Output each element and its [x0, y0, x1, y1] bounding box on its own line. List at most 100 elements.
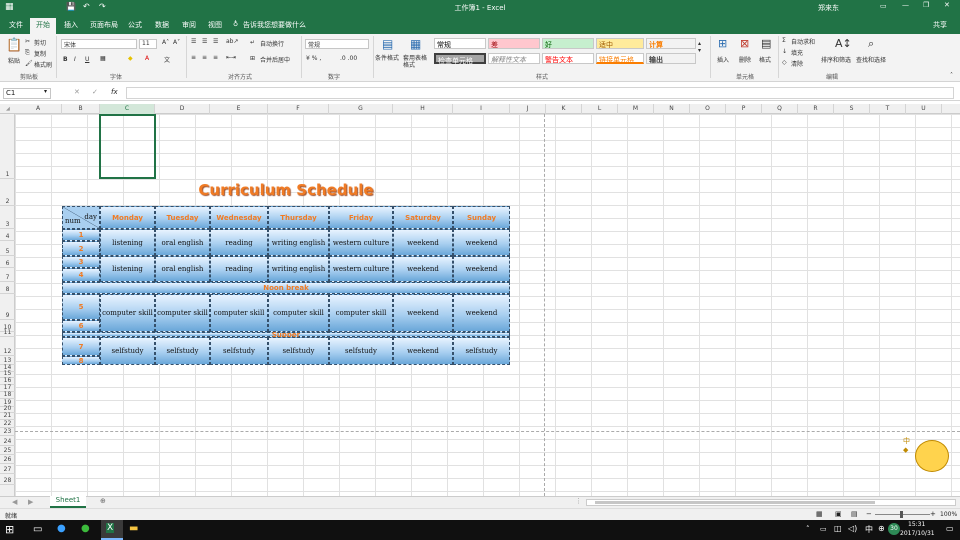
network-icon[interactable]: ◫ [834, 524, 842, 533]
cancel-entry-icon[interactable]: ✕ [74, 88, 80, 96]
indent-icon[interactable]: ⇤⇥ [226, 54, 236, 61]
sort-filter-icon[interactable]: A↕ [835, 37, 852, 50]
fill-icon[interactable]: ↓ [782, 48, 787, 55]
period-number[interactable]: 1 [62, 229, 100, 241]
paste-button[interactable]: 粘贴 [8, 56, 20, 65]
scrollbar-thumb[interactable] [595, 501, 875, 504]
volume-icon[interactable]: ◁) [848, 524, 857, 533]
name-box-dropdown-icon[interactable]: ▾ [44, 88, 47, 95]
course-cell[interactable]: weekend [453, 229, 510, 256]
row-header[interactable]: 1 [0, 114, 15, 179]
formula-input[interactable] [126, 87, 954, 99]
minimize-icon[interactable]: — [902, 1, 909, 9]
number-format-select[interactable]: 常规 [305, 39, 369, 49]
course-cell[interactable]: oral english [155, 256, 210, 282]
row-header[interactable]: 28 [0, 474, 15, 485]
format-as-table-icon[interactable]: ▦ [410, 37, 421, 51]
row-header[interactable]: 22 [0, 420, 15, 428]
cell-style-item[interactable]: 输出 [646, 53, 696, 64]
paste-icon[interactable]: 📋 [6, 38, 22, 53]
currency-icon[interactable]: ¥ % , [306, 55, 321, 62]
grow-font-icon[interactable]: A˄ [162, 39, 169, 46]
course-cell[interactable]: weekend [393, 294, 453, 332]
row-header[interactable]: 6 [0, 256, 15, 268]
day-header[interactable]: Wednesday [210, 206, 268, 229]
day-header[interactable]: Saturday [393, 206, 453, 229]
horizontal-scrollbar[interactable] [586, 499, 956, 506]
conditional-format-icon[interactable]: ▤ [382, 37, 393, 51]
course-cell[interactable]: computer skill [210, 294, 268, 332]
period-number[interactable]: 4 [62, 268, 100, 282]
confirm-entry-icon[interactable]: ✓ [92, 88, 98, 96]
course-cell[interactable]: selfstudy [329, 337, 393, 365]
column-header[interactable]: I [453, 104, 510, 114]
windows-start-icon[interactable]: ⊞ [5, 523, 14, 536]
align-right-icon[interactable]: ≡ [213, 54, 218, 61]
sheet-tab-sheet1[interactable]: Sheet1 [50, 496, 86, 508]
row-header[interactable]: 24 [0, 436, 15, 446]
cell-style-item[interactable]: 好 [542, 38, 594, 49]
tray-app-icon[interactable]: ▭ [820, 525, 827, 533]
app-icon[interactable]: ● [57, 523, 66, 534]
course-cell[interactable]: computer skill [100, 294, 155, 332]
merge-center-button[interactable]: 合并后居中 [260, 55, 290, 64]
ribbon-display-icon[interactable]: ▭ [880, 2, 887, 10]
align-middle-icon[interactable]: ☰ [202, 38, 207, 45]
align-bottom-icon[interactable]: ☰ [213, 38, 218, 45]
scroll-right-icon[interactable]: ▶ [28, 498, 33, 506]
tell-me-box[interactable]: 告诉我您想要做什么 [243, 20, 306, 30]
notification-icon[interactable]: ▭ [946, 524, 954, 533]
zoom-in-icon[interactable]: + [930, 510, 936, 518]
copy-button[interactable]: 复制 [34, 49, 46, 58]
normal-view-icon[interactable]: ▦ [816, 510, 823, 518]
tab-view[interactable]: 视图 [208, 20, 222, 30]
row-header[interactable]: 8 [0, 282, 15, 294]
column-header[interactable]: P [726, 104, 762, 114]
course-cell[interactable]: writing english [268, 229, 329, 256]
cell-style-item[interactable]: 警告文本 [542, 53, 594, 64]
course-cell[interactable]: selfstudy [100, 337, 155, 365]
close-icon[interactable]: ✕ [944, 1, 950, 9]
autosum-icon[interactable]: Σ [782, 37, 786, 44]
course-cell[interactable]: listening [100, 256, 155, 282]
clear-button[interactable]: 清除 [791, 59, 803, 68]
column-header[interactable]: K [546, 104, 582, 114]
insert-function-button[interactable]: fx [111, 88, 118, 96]
row-header[interactable]: 18 [0, 391, 15, 399]
column-header[interactable]: F [268, 104, 329, 114]
day-header[interactable]: Sunday [453, 206, 510, 229]
column-header[interactable]: C [100, 104, 155, 114]
course-cell[interactable]: weekend [453, 256, 510, 282]
align-top-icon[interactable]: ☰ [191, 38, 196, 45]
tab-page-layout[interactable]: 页面布局 [90, 20, 118, 30]
phonetic-icon[interactable]: 文 [164, 55, 170, 64]
column-header[interactable]: O [690, 104, 726, 114]
cell-style-item[interactable]: 链接单元格 [596, 53, 644, 64]
gallery-scroll-icon[interactable]: ▴ ▾ [698, 40, 701, 54]
day-header[interactable]: Friday [329, 206, 393, 229]
clock-date[interactable]: 2017/10/31 [900, 530, 935, 537]
delete-cells-icon[interactable]: ⊠ [740, 37, 749, 50]
bold-button[interactable]: B [63, 56, 68, 63]
find-select-button[interactable]: 查找和选择 [856, 55, 886, 64]
column-header[interactable]: B [62, 104, 100, 114]
course-cell[interactable]: computer skill [268, 294, 329, 332]
split-handle-icon[interactable]: ⋮ [575, 497, 582, 505]
ime-icon[interactable]: ⊕ [878, 524, 885, 533]
font-name-select[interactable]: 宋体 [61, 39, 137, 49]
autosum-button[interactable]: 自动求和 [791, 37, 815, 46]
period-number[interactable]: 6 [62, 320, 100, 332]
tab-file[interactable]: 文件 [9, 20, 23, 30]
user-name[interactable]: 郑来东 [818, 3, 839, 13]
page-break-view-icon[interactable]: ▤ [851, 510, 858, 518]
row-header[interactable]: 21 [0, 412, 15, 420]
orientation-icon[interactable]: ab↗ [226, 38, 239, 45]
zoom-out-icon[interactable]: − [866, 510, 872, 518]
format-painter-button[interactable]: 格式刷 [34, 60, 52, 69]
font-color-icon[interactable]: A [145, 55, 149, 62]
add-sheet-icon[interactable]: ⊕ [100, 497, 106, 505]
row-header[interactable]: 5 [0, 241, 15, 256]
course-cell[interactable]: computer skill [329, 294, 393, 332]
format-cells-button[interactable]: 格式 [759, 55, 771, 64]
copy-icon[interactable]: ⎘ [25, 49, 30, 57]
